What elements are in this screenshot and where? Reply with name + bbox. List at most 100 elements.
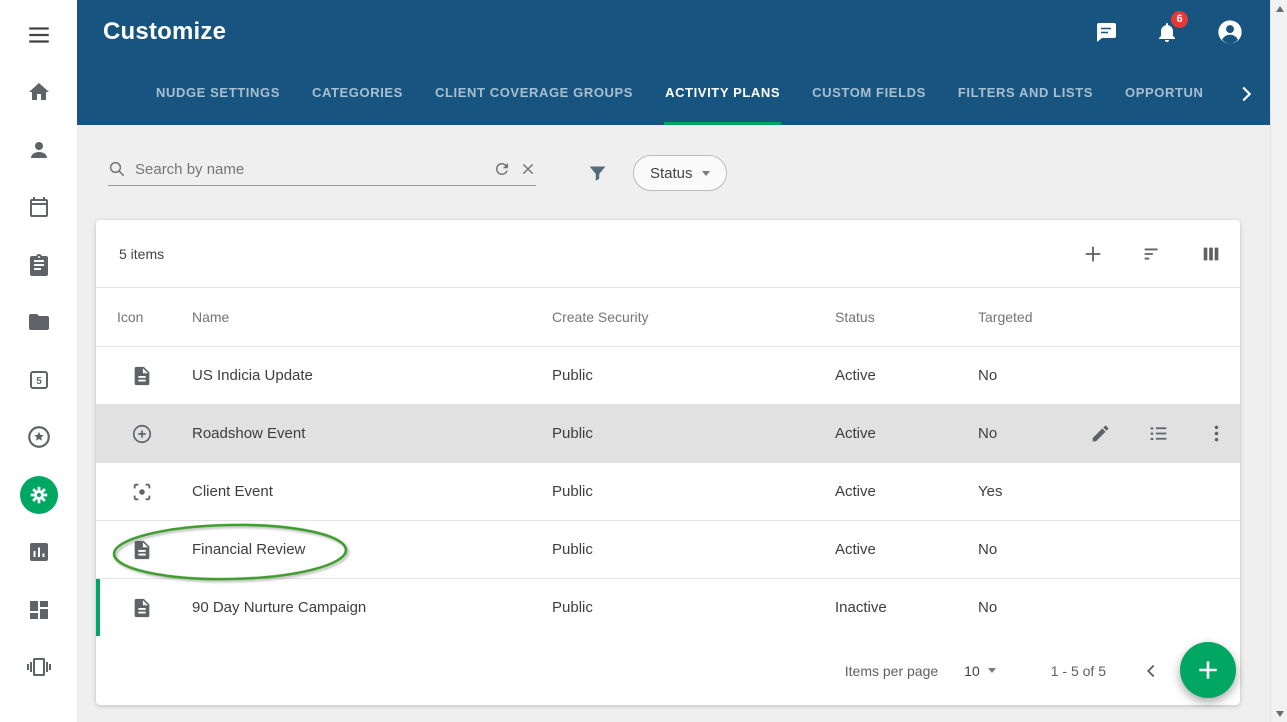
sidebar-item-home[interactable] — [11, 64, 67, 122]
columns-icon — [1200, 243, 1222, 265]
sidebar-item-mobile[interactable] — [11, 639, 67, 697]
tab-client-coverage-groups[interactable]: CLIENT COVERAGE GROUPS — [434, 63, 634, 125]
dashboard-icon — [27, 598, 51, 622]
table-row[interactable]: Roadshow Event Public Active No — [96, 404, 1240, 462]
cell-status: Inactive — [835, 599, 978, 616]
vertical-scrollbar[interactable] — [1270, 0, 1287, 722]
table-row[interactable]: US Indicia Update Public Active No — [96, 346, 1240, 404]
col-header-targeted: Targeted — [978, 309, 1090, 325]
cell-name: Client Event — [192, 483, 552, 500]
tab-custom-fields[interactable]: CUSTOM FIELDS — [811, 63, 927, 125]
menu-button[interactable] — [11, 6, 67, 64]
items-per-page-label: Items per page — [845, 663, 938, 679]
sidebar-item-files[interactable] — [11, 294, 67, 352]
tab-activity-plans[interactable]: ACTIVITY PLANS — [664, 63, 781, 125]
sidebar-item-reports[interactable] — [11, 524, 67, 582]
clear-search-button[interactable] — [520, 161, 536, 177]
sidebar-item-dashboard[interactable] — [11, 581, 67, 639]
row-list-button[interactable] — [1148, 423, 1169, 444]
scroll-down-button[interactable] — [1271, 705, 1287, 722]
more-vert-icon — [1206, 423, 1227, 444]
search-input[interactable] — [135, 161, 484, 178]
folder-icon — [27, 310, 51, 334]
settings-active-circle — [20, 476, 58, 514]
refresh-button[interactable] — [493, 160, 511, 178]
sidebar-item-calendar[interactable] — [11, 179, 67, 237]
search-box — [108, 160, 536, 186]
add-fab-button[interactable] — [1180, 642, 1236, 698]
status-filter-chip[interactable]: Status — [633, 155, 727, 191]
settings-icon — [28, 484, 50, 506]
activity-plans-card: 5 items Icon Name Create Security Status… — [96, 220, 1240, 705]
add-item-button[interactable] — [1082, 243, 1104, 265]
page-title: Customize — [103, 18, 226, 46]
document-icon — [117, 597, 192, 619]
tab-filters-and-lists[interactable]: FILTERS AND LISTS — [957, 63, 1094, 125]
vibration-icon — [27, 655, 51, 679]
app-header: Customize 6 NUDGE SETTINGS CATEGORIES CL… — [77, 0, 1270, 125]
account-icon — [1216, 18, 1244, 46]
col-header-icon: Icon — [117, 309, 192, 325]
sidebar-item-favorites[interactable] — [11, 409, 67, 467]
tab-nudge-settings[interactable]: NUDGE SETTINGS — [155, 63, 281, 125]
notifications-button[interactable]: 6 — [1155, 20, 1179, 44]
chat-button[interactable] — [1094, 20, 1118, 44]
home-icon — [27, 80, 51, 104]
refresh-icon — [493, 160, 511, 178]
filter-button[interactable] — [587, 163, 608, 184]
table-row[interactable]: Financial Review Public Active No — [96, 520, 1240, 578]
tab-bar: NUDGE SETTINGS CATEGORIES CLIENT COVERAG… — [77, 63, 1270, 125]
cell-status: Active — [835, 367, 978, 384]
cell-targeted: No — [978, 367, 1090, 384]
target-icon — [117, 481, 192, 503]
cell-targeted: No — [978, 541, 1090, 558]
account-button[interactable] — [1216, 18, 1244, 46]
cell-status: Active — [835, 541, 978, 558]
tab-opportunities-truncated[interactable]: OPPORTUN — [1124, 63, 1204, 125]
search-icon — [108, 160, 126, 178]
chevron-right-icon — [1235, 83, 1257, 105]
table-row[interactable]: 90 Day Nurture Campaign Public Inactive … — [96, 578, 1240, 636]
previous-page-button[interactable] — [1140, 660, 1162, 682]
star-icon — [26, 424, 52, 450]
page-range-label: 1 - 5 of 5 — [1051, 663, 1106, 679]
scroll-up-button[interactable] — [1271, 0, 1287, 17]
items-count: 5 items — [117, 246, 164, 262]
chevron-left-icon — [1140, 660, 1162, 682]
filter-icon — [587, 163, 608, 184]
close-icon — [520, 161, 536, 177]
sort-button[interactable] — [1141, 243, 1163, 265]
page-size-select[interactable]: 10 — [964, 663, 996, 679]
plus-circle-icon — [117, 423, 192, 445]
chat-icon — [1094, 20, 1118, 44]
person-icon — [27, 138, 51, 162]
tab-categories[interactable]: CATEGORIES — [311, 63, 404, 125]
cell-create-security: Public — [552, 367, 835, 384]
cell-create-security: Public — [552, 425, 835, 442]
cell-name: Roadshow Event — [192, 425, 552, 442]
columns-button[interactable] — [1200, 243, 1222, 265]
pagination-bar: Items per page 10 1 - 5 of 5 — [96, 636, 1240, 705]
table-row[interactable]: Client Event Public Active Yes — [96, 462, 1240, 520]
sort-icon — [1141, 243, 1163, 265]
chart-icon — [27, 540, 51, 564]
col-header-create-security: Create Security — [552, 309, 835, 325]
notification-badge: 6 — [1171, 11, 1188, 28]
menu-icon — [26, 22, 52, 48]
cell-targeted: No — [978, 425, 1090, 442]
edit-row-button[interactable] — [1090, 423, 1111, 444]
plus-icon — [1195, 657, 1221, 683]
document-icon — [117, 539, 192, 561]
content-area: Status 5 items Icon Name Create Security — [77, 125, 1270, 722]
sidebar-item-contacts[interactable] — [11, 121, 67, 179]
row-more-button[interactable] — [1206, 423, 1227, 444]
cell-targeted: Yes — [978, 483, 1090, 500]
sidebar-item-five[interactable]: 5 — [11, 351, 67, 409]
tabs-overflow-button[interactable] — [1235, 63, 1271, 125]
arrow-down-icon — [1276, 711, 1284, 717]
card-header: 5 items — [96, 220, 1240, 288]
calendar-icon — [27, 195, 51, 219]
sidebar-item-settings[interactable] — [11, 466, 67, 524]
page-size-value: 10 — [964, 663, 980, 679]
sidebar-item-tasks[interactable] — [11, 236, 67, 294]
